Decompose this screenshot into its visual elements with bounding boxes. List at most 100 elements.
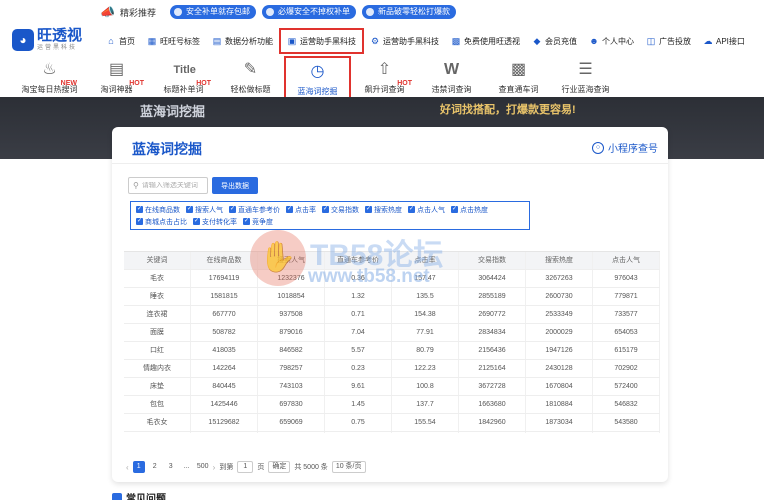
tool-blue-ocean[interactable]: ◷ 蓝海词挖掘	[284, 56, 351, 102]
nav-ops-assistant[interactable]: ▣ 运营助手黑科技	[279, 28, 364, 54]
table-cell: 7.04	[325, 324, 392, 341]
tool-label: 违禁词查询	[431, 85, 472, 94]
search-input[interactable]	[141, 182, 206, 189]
table-cell: 654053	[593, 324, 660, 341]
checkbox-icon: ✓	[365, 206, 372, 213]
tool-daily-hot-words[interactable]: ♨ NEW 淘宝每日热搜词	[16, 56, 83, 102]
goto-confirm-button[interactable]: 确定	[268, 461, 291, 473]
gift-icon: ▩	[451, 36, 461, 46]
nav-label: 旺旺号标签	[160, 36, 200, 46]
flame-icon: ♨	[42, 61, 57, 78]
tool-rising-words[interactable]: ⇧ HOT 飙升词查询	[351, 56, 418, 102]
column-header[interactable]: 交易指数	[459, 252, 526, 269]
filter-car-ref-price[interactable]: ✓ 直通车参考价	[229, 205, 280, 214]
promo-pill-3[interactable]: 新品破零轻松打爆款	[362, 5, 457, 19]
tool-banned-words[interactable]: W 违禁词查询	[418, 56, 485, 102]
nav-label: 运营助手黑科技	[383, 36, 439, 46]
table-cell: 1367818	[526, 432, 593, 433]
nav-free-use[interactable]: ▩ 免费使用旺透视	[445, 30, 526, 52]
table-cell: 17694119	[191, 270, 258, 287]
tool-car-words[interactable]: ▩ 查直通车词	[485, 56, 552, 102]
page-1[interactable]: 1	[132, 461, 145, 473]
column-header[interactable]: 点击人气	[593, 252, 660, 269]
filter-click-heat[interactable]: ✓ 点击热度	[451, 205, 488, 214]
tool-title-words[interactable]: Title HOT 标题补单词	[150, 56, 217, 102]
table-cell: 毛衣	[124, 270, 191, 287]
nav-home[interactable]: ⌂ 首页	[100, 30, 141, 52]
nav-vip-recharge[interactable]: ◆ 会员充值	[526, 30, 583, 52]
page-2[interactable]: 2	[149, 461, 161, 473]
table-cell: 1232376	[258, 270, 325, 287]
filter-online-goods[interactable]: ✓ 在线商品数	[136, 205, 180, 214]
column-header[interactable]: 点击率	[392, 252, 459, 269]
nav-api[interactable]: ☁ API接口	[697, 30, 751, 52]
nav-ops-tech[interactable]: ⚙ 运营助手黑科技	[364, 30, 445, 52]
nav-data-analysis[interactable]: ▤ 数据分析功能	[206, 30, 279, 52]
table-row: 口红 418035 846582 5.57 80.79 2156436 1947126 615…	[124, 342, 660, 360]
next-page-icon[interactable]: ›	[213, 463, 216, 472]
filter-competition[interactable]: ✓ 竞争度	[243, 217, 273, 226]
filter-search-popularity[interactable]: ✓ 搜索人气	[186, 205, 223, 214]
nav-user-center[interactable]: ☻ 个人中心	[583, 30, 640, 52]
nav-label: 广告投放	[659, 36, 691, 46]
table-cell: 0.71	[325, 306, 392, 323]
filter-search-heat[interactable]: ✓ 搜索热度	[365, 205, 402, 214]
filter-mall-click-share[interactable]: ✓ 商城点击占比	[136, 217, 187, 226]
filter-trade-index[interactable]: ✓ 交易指数	[322, 205, 359, 214]
promo-pill-2[interactable]: 必爆安全不掉权补单	[262, 5, 357, 19]
table-cell: 3267263	[526, 270, 593, 287]
table-cell: 77.91	[392, 324, 459, 341]
filter-click-rate[interactable]: ✓ 点击率	[286, 205, 316, 214]
mini-program-link[interactable]: ○ 小程序查号	[592, 140, 658, 155]
promo-title: 精彩推荐	[120, 7, 157, 18]
tool-word-finder[interactable]: ▤ HOT 淘词神器	[83, 56, 150, 102]
prev-page-icon[interactable]: ‹	[126, 463, 129, 472]
promo-pill-1[interactable]: 安全补单就存包邮	[170, 5, 257, 19]
total-count: 共 5000 条	[294, 464, 328, 471]
page-last[interactable]: 500	[197, 461, 209, 473]
nav-ad[interactable]: ◫ 广告投放	[640, 30, 697, 52]
nav-wangwang-tag[interactable]: ▦ 旺旺号标签	[141, 30, 206, 52]
column-header[interactable]: 直通车参考价	[325, 252, 392, 269]
table-cell: 572400	[593, 378, 660, 395]
car-icon: ▩	[510, 61, 527, 78]
table-cell: 1873034	[526, 414, 593, 431]
goto-page-input[interactable]: 1	[237, 461, 254, 473]
export-button[interactable]: 导出数据	[212, 177, 258, 194]
table-cell: 87.69	[392, 432, 459, 433]
table-cell: 937508	[258, 306, 325, 323]
table-cell: 3064424	[459, 270, 526, 287]
table-cell: 135.5	[392, 288, 459, 305]
book-icon: ▤	[108, 61, 125, 78]
site-logo[interactable]: ◕ 旺透视 运营黑科技	[12, 24, 92, 56]
tool-label: 蓝海词挖掘	[297, 87, 338, 96]
checkbox-icon: ✓	[243, 218, 250, 225]
logo-tagline: 运营黑科技	[37, 45, 78, 51]
filter-label: 在线商品数	[145, 206, 180, 214]
table-cell: 1.32	[325, 288, 392, 305]
table-cell: 1810884	[526, 396, 593, 413]
compose-icon: ✎	[243, 61, 258, 78]
logo-mark-icon: ◕	[12, 29, 34, 51]
tool-label: 查直通车词	[498, 85, 539, 94]
table-cell: 543580	[593, 414, 660, 431]
api-icon: ☁	[703, 36, 713, 46]
column-header[interactable]: 关键词	[124, 252, 191, 269]
page-3[interactable]: 3	[165, 461, 177, 473]
tool-easy-title[interactable]: ✎ 轻松做标题	[217, 56, 284, 102]
tool-industry-blue-ocean[interactable]: ☰ 行业蓝海查询	[552, 56, 619, 102]
page-ellipsis[interactable]: ...	[181, 461, 193, 473]
filter-pay-conversion[interactable]: ✓ 支付转化率	[193, 217, 237, 226]
filter-click-popularity[interactable]: ✓ 点击人气	[408, 205, 445, 214]
table-cell: 697830	[258, 396, 325, 413]
banner-title: 蓝海词挖掘	[140, 104, 206, 119]
column-header[interactable]: 在线商品数	[191, 252, 258, 269]
column-header[interactable]: 搜索人气	[258, 252, 325, 269]
tool-badge: NEW	[60, 80, 77, 87]
column-header[interactable]: 搜索热度	[526, 252, 593, 269]
filter-label: 直通车参考价	[238, 206, 280, 214]
page-size-select[interactable]: 10 条/页	[331, 461, 366, 473]
table-cell: 连衣裙	[124, 306, 191, 323]
tool-bar: ♨ NEW 淘宝每日热搜词 ▤ HOT 淘词神器 Title HOT 标题补单词…	[0, 56, 764, 102]
filter-label: 商城点击占比	[145, 218, 187, 226]
